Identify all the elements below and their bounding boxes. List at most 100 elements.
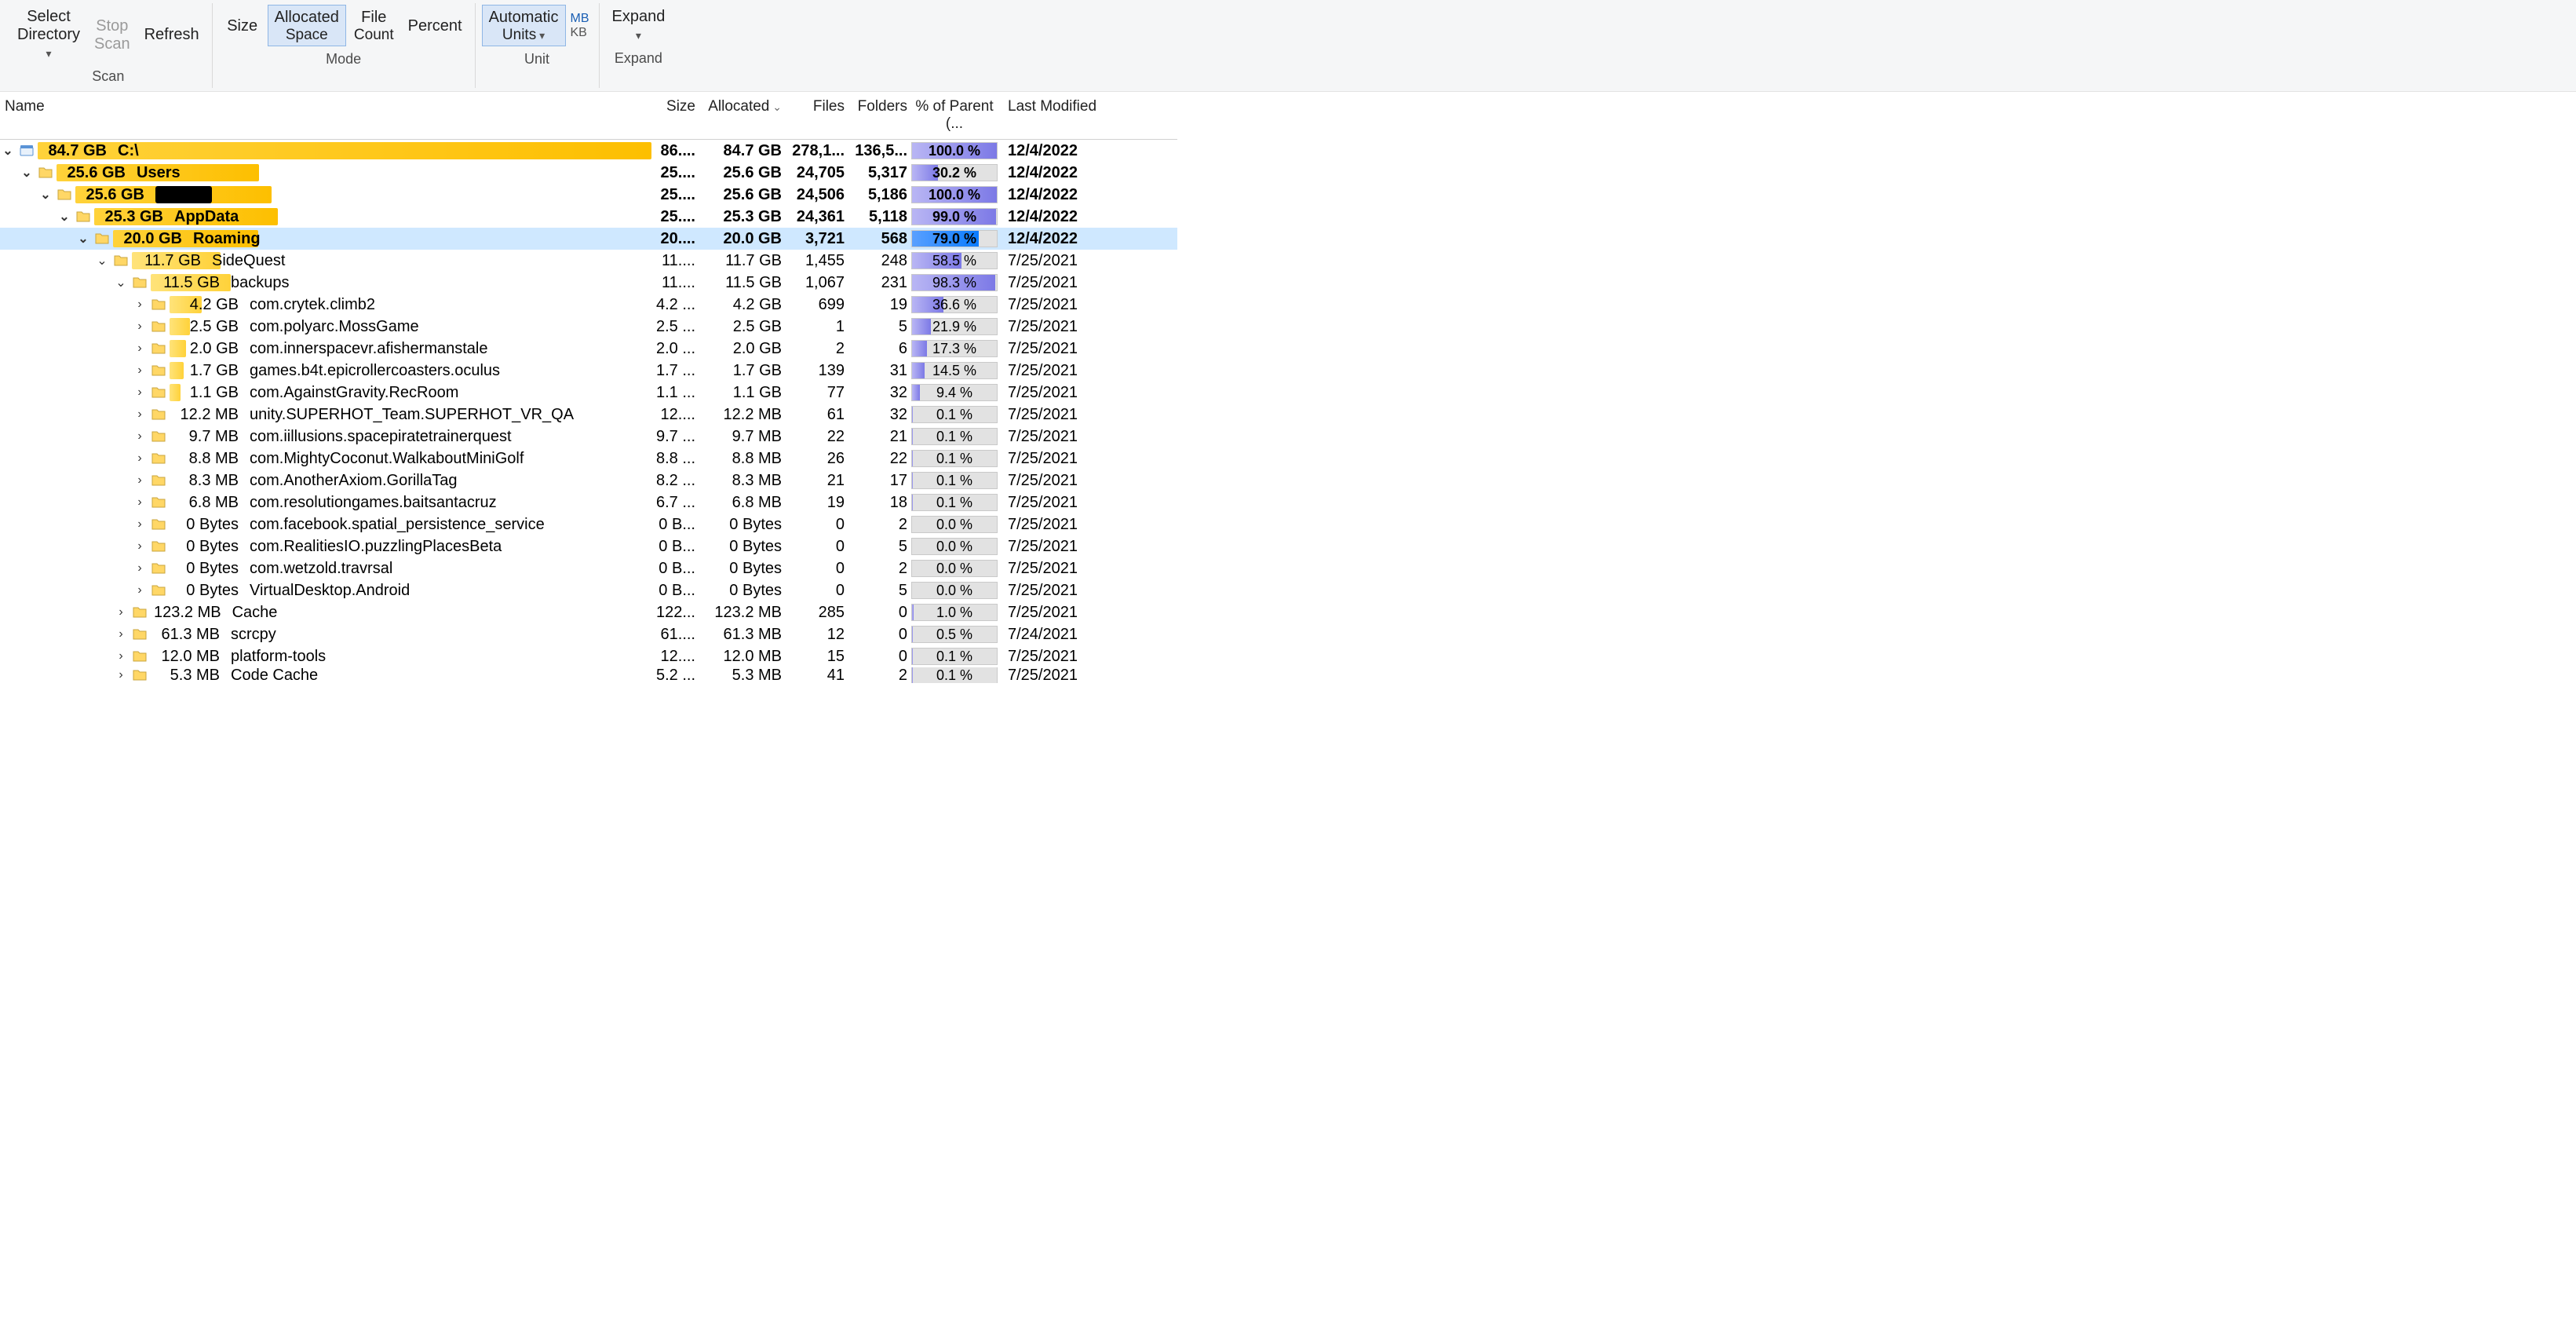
collapse-icon[interactable]: ⌄ [38, 187, 53, 203]
row-name: com.resolutiongames.baitsantacruz [250, 494, 497, 512]
col-folders[interactable]: Folders [848, 92, 910, 139]
col-allocated[interactable]: Allocated [699, 92, 785, 139]
tree-name-cell[interactable]: ›0 Bytescom.wetzold.travrsal [0, 557, 651, 579]
expand-icon[interactable]: › [113, 649, 129, 663]
size-bar: 25.6 GB [75, 185, 651, 205]
mode-allocated-button[interactable]: AllocatedSpace [268, 5, 346, 46]
expand-icon[interactable]: › [113, 627, 129, 641]
tree-name-cell[interactable]: › 0 Bytes com.RealitiesIO.puzzlingPlacesBe… [0, 535, 651, 557]
row-name: Code Cache [231, 667, 318, 683]
row-name: com.facebook.spatial_persistence_service [250, 516, 545, 534]
expand-icon[interactable]: › [113, 605, 129, 619]
collapse-icon[interactable]: ⌄ [19, 165, 35, 181]
cell-percent: 0.1 % [910, 667, 998, 683]
expand-icon[interactable]: › [132, 320, 148, 334]
expand-icon[interactable]: › [132, 451, 148, 466]
col-modified[interactable]: Last Modified [998, 92, 1116, 139]
size-bar: 1.7 GBgames.b4t.epicrollercoasters.oculu… [170, 360, 651, 381]
expand-icon[interactable]: › [132, 429, 148, 444]
col-name[interactable]: Name [0, 92, 651, 139]
tree-name-cell[interactable]: ⌄ 25.6 GB [0, 184, 651, 206]
row-size-inline: 12.2 MB [173, 406, 239, 424]
folder-icon [151, 407, 166, 422]
tree-name-cell[interactable]: ⌄11.7 GBSideQuest [0, 250, 651, 272]
tree-row[interactable]: ›5.3 MBCode Cache5.2 ...5.3 MB4120.1 %7/… [0, 667, 1177, 683]
size-bar: 0 Bytescom.facebook.spatial_persistence_… [170, 514, 651, 535]
expand-icon[interactable]: › [132, 517, 148, 532]
row-name: com.RealitiesIO.puzzlingPlacesBeta [250, 538, 502, 556]
row-size-inline: 123.2 MB [154, 604, 221, 622]
tree-name-cell[interactable]: › 0 Bytescom.facebook.spatial_persistence… [0, 513, 651, 535]
expand-button[interactable]: Expand [606, 5, 672, 46]
col-files[interactable]: Files [785, 92, 848, 139]
stop-scan-button[interactable]: Stop Scan [88, 14, 137, 55]
collapse-icon[interactable]: ⌄ [57, 209, 72, 225]
collapse-icon[interactable]: ⌄ [113, 275, 129, 290]
auto-units-button[interactable]: AutomaticUnits [482, 5, 566, 46]
row-size-inline: 20.0 GB [116, 230, 182, 248]
folder-icon [57, 187, 72, 203]
expand-icon[interactable]: › [132, 342, 148, 356]
select-directory-button[interactable]: Select Directory [11, 5, 86, 64]
expand-icon[interactable]: › [132, 298, 148, 312]
tree-name-cell[interactable]: ›1.1 GBcom.AgainstGravity.RecRoom [0, 382, 651, 404]
expand-icon[interactable]: › [132, 407, 148, 422]
mode-filecount-button[interactable]: FileCount [348, 5, 400, 46]
tree-name-cell[interactable]: ⌄25.6 GBUsers [0, 162, 651, 184]
tree-name-cell[interactable]: ⌄ 84.7 GBC:\ [0, 140, 651, 162]
folder-icon [132, 667, 148, 683]
tree-name-cell[interactable]: ›0 BytesVirtualDesktop.Android [0, 579, 651, 601]
expand-icon[interactable]: › [132, 495, 148, 510]
tree-name-cell[interactable]: ›5.3 MBCode Cache [0, 667, 651, 683]
folder-icon [75, 209, 91, 225]
tree-name-cell[interactable]: › 12.2 MBunity.SUPERHOT_Team.SUPERHOT_VR_… [0, 404, 651, 426]
tree-row[interactable]: ›12.0 MBplatform-tools12....12.0 MB1500.… [0, 645, 1177, 667]
col-size[interactable]: Size [651, 92, 699, 139]
row-size-inline: 4.2 GB [173, 296, 239, 314]
collapse-icon[interactable]: ⌄ [94, 253, 110, 269]
folder-icon [151, 451, 166, 466]
refresh-button[interactable]: Refresh [138, 23, 206, 46]
row-name: com.MightyCoconut.WalkaboutMiniGolf [250, 450, 524, 468]
tree-name-cell[interactable]: ›4.2 GBcom.crytek.climb2 [0, 294, 651, 316]
tree-name-cell[interactable]: ⌄11.5 GBbackups [0, 272, 651, 294]
size-bar: 12.2 MBunity.SUPERHOT_Team.SUPERHOT_VR_Q… [170, 404, 651, 425]
folder-icon [151, 385, 166, 400]
tree-name-cell[interactable]: ›61.3 MBscrcpy [0, 623, 651, 645]
tree-name-cell[interactable]: ⌄25.3 GBAppData [0, 206, 651, 228]
row-name: com.innerspacevr.afishermanstale [250, 340, 487, 358]
expand-icon[interactable]: › [113, 668, 129, 682]
tree-name-cell[interactable]: ›6.8 MBcom.resolutiongames.baitsantacruz [0, 491, 651, 513]
expand-icon[interactable]: › [132, 385, 148, 400]
tree-name-cell[interactable]: › 2.0 GBcom.innerspacevr.afishermanstale [0, 338, 651, 360]
row-size-inline: 8.8 MB [173, 450, 239, 468]
row-size-inline: 0 Bytes [173, 538, 239, 556]
expand-icon[interactable]: › [132, 583, 148, 597]
folder-icon [151, 429, 166, 444]
size-bar: 2.0 GBcom.innerspacevr.afishermanstale [170, 338, 651, 359]
tree-name-cell[interactable]: ›2.5 GBcom.polyarc.MossGame [0, 316, 651, 338]
drive-icon [19, 143, 35, 159]
tree-name-cell[interactable]: › 8.8 MB com.MightyCoconut.WalkaboutMiniGo… [0, 448, 651, 470]
folder-icon [151, 473, 166, 488]
tree-name-cell[interactable]: ⌄ 20.0 GB Roaming [0, 228, 651, 250]
size-bar: 84.7 GBC:\ [38, 141, 651, 161]
tree-name-cell[interactable]: ›123.2 MBCache [0, 601, 651, 623]
mode-size-button[interactable]: Size [219, 14, 266, 37]
ribbon-group-label: Scan [92, 68, 124, 85]
col-percent[interactable]: % of Parent (... [910, 92, 998, 139]
collapse-icon[interactable]: ⌄ [75, 231, 91, 247]
tree-name-cell[interactable]: ›12.0 MBplatform-tools [0, 645, 651, 667]
tree-name-cell[interactable]: ›9.7 MBcom.iillusions.spacepiratetrainer… [0, 426, 651, 448]
tree-name-cell[interactable]: › 1.7 GBgames.b4t.epicrollercoasters.ocul… [0, 360, 651, 382]
expand-icon[interactable]: › [132, 539, 148, 554]
mode-percent-button[interactable]: Percent [402, 14, 469, 37]
row-name: Roaming [193, 230, 261, 248]
row-size-inline: 61.3 MB [154, 626, 220, 644]
tree-name-cell[interactable]: ›8.3 MBcom.AnotherAxiom.GorillaTag [0, 470, 651, 491]
expand-icon[interactable]: › [132, 473, 148, 488]
collapse-icon[interactable]: ⌄ [0, 143, 16, 159]
cell-files: 41 [785, 667, 848, 683]
expand-icon[interactable]: › [132, 364, 148, 378]
expand-icon[interactable]: › [132, 561, 148, 575]
